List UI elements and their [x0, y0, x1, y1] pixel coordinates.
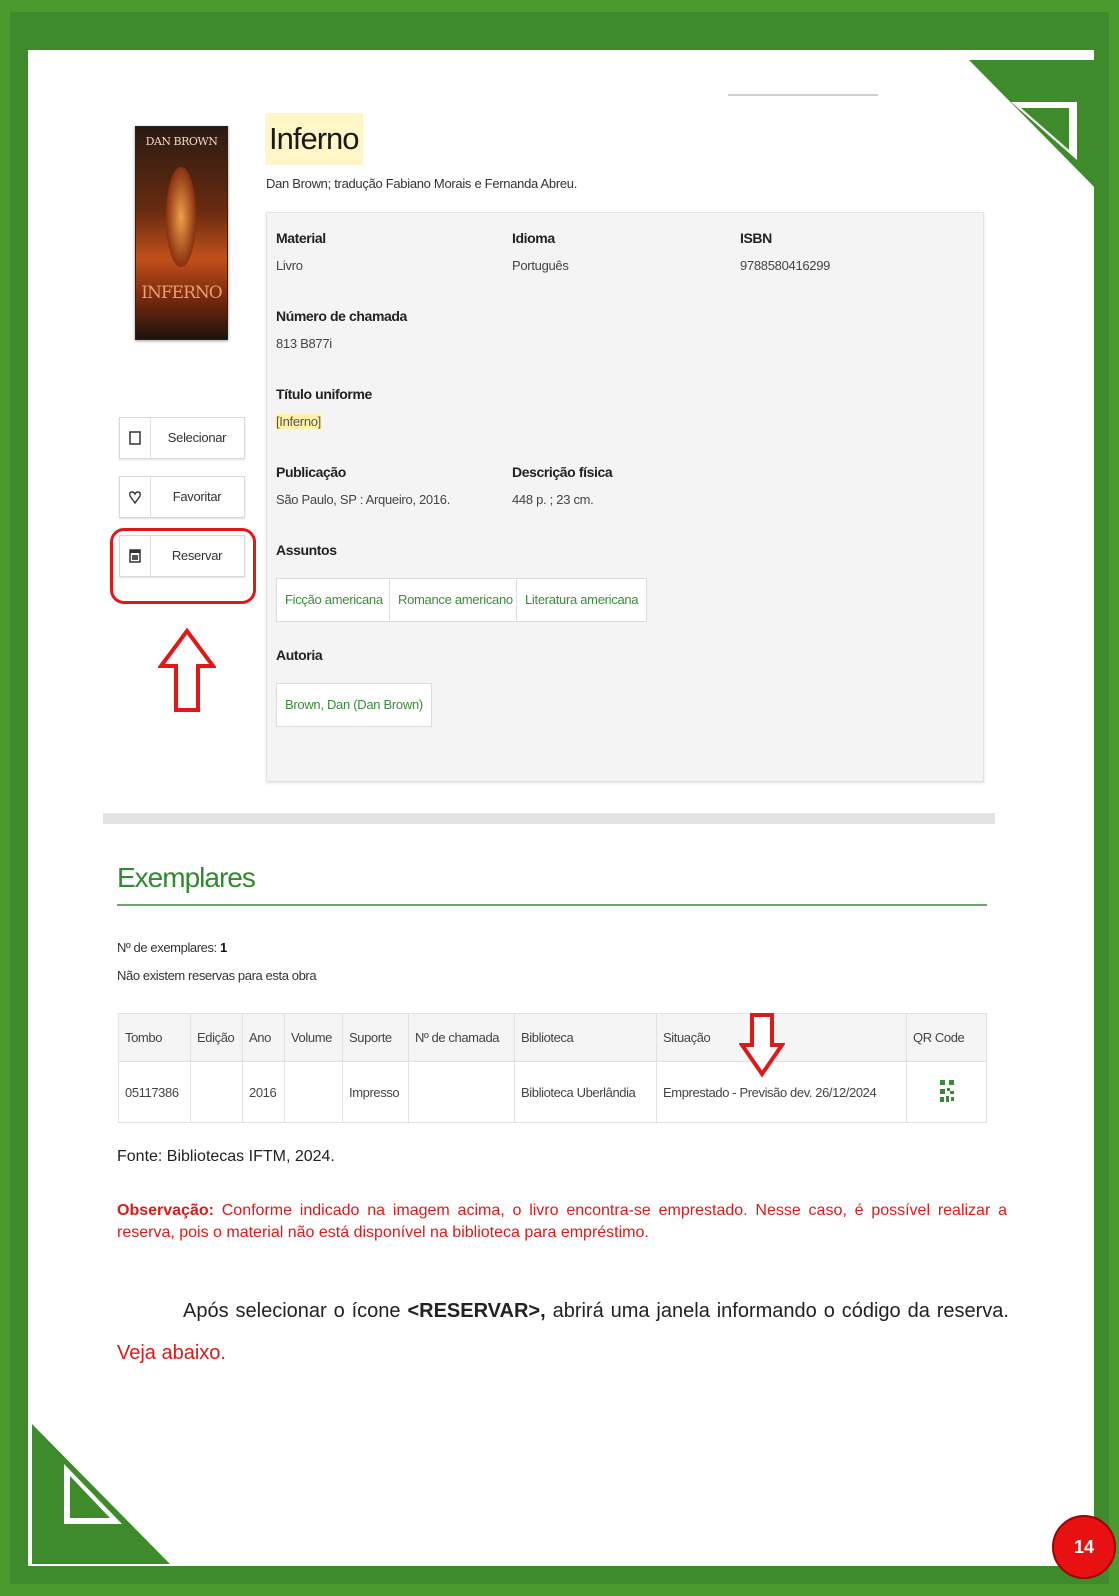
cover-figure: [166, 167, 196, 267]
table-header-row: Tombo Edição Ano Volume Suporte Nº de ch…: [118, 1013, 987, 1062]
idioma-value: Português: [512, 258, 569, 273]
author-tag[interactable]: Brown, Dan (Dan Brown): [276, 683, 432, 727]
exemplares-table: Tombo Edição Ano Volume Suporte Nº de ch…: [118, 1013, 987, 1123]
column-header[interactable]: Edição: [190, 1013, 243, 1062]
paragraph-text-before: Após selecionar o ícone: [183, 1300, 408, 1322]
select-button-label: Selecionar: [167, 430, 227, 445]
observation-label: Observação:: [117, 1202, 214, 1219]
suporte-cell: Impresso: [342, 1061, 409, 1123]
exemplares-heading: Exemplares: [117, 862, 256, 893]
qr-code-cell: [906, 1061, 987, 1123]
select-button[interactable]: Selecionar: [119, 417, 245, 459]
descricao-value: 448 p. ; 23 cm.: [512, 492, 594, 507]
observation-note: Observação: Conforme indicado na imagem …: [117, 1200, 1007, 1244]
material-value: Livro: [276, 258, 303, 273]
chamada-value: 813 B877i: [276, 336, 332, 351]
heart-icon: [129, 491, 141, 505]
assuntos-label: Assuntos: [276, 542, 337, 558]
book-author-line: Dan Brown; tradução Fabiano Morais e Fer…: [266, 176, 578, 191]
observation-text: Conforme indicado na imagem acima, o liv…: [117, 1202, 1007, 1241]
exemplares-count-value: 1: [220, 940, 227, 955]
cover-author: DAN BROWN: [145, 135, 218, 148]
material-label: Material: [276, 230, 326, 246]
instruction-paragraph: Após selecionar o ícone <RESERVAR>, abri…: [117, 1290, 1009, 1374]
exemplares-count-label: Nº de exemplares:: [117, 940, 217, 955]
paragraph-strong: <RESERVAR>,: [407, 1300, 546, 1322]
source-caption: Fonte: Bibliotecas IFTM, 2024.: [117, 1148, 335, 1165]
column-header[interactable]: Nº de chamada: [408, 1013, 515, 1062]
column-header[interactable]: Ano: [242, 1013, 285, 1062]
book-title: Inferno: [265, 113, 363, 165]
top-rule: [728, 94, 878, 96]
isbn-label: ISBN: [740, 230, 772, 246]
subject-tag[interactable]: Ficção americana: [276, 578, 392, 622]
volume-cell: [284, 1061, 343, 1123]
checkbox-icon: [129, 431, 141, 445]
edicao-cell: [190, 1061, 243, 1123]
chamada-cell: [408, 1061, 515, 1123]
arrow-up-icon: [158, 628, 216, 712]
subject-tag[interactable]: Romance americano: [389, 578, 522, 622]
publicacao-value: São Paulo, SP : Arqueiro, 2016.: [276, 492, 451, 507]
favorite-button-label: Favoritar: [172, 489, 222, 504]
column-header[interactable]: Biblioteca: [514, 1013, 657, 1062]
corner-decoration-bottom-left: [32, 1424, 170, 1564]
ano-cell: 2016: [242, 1061, 285, 1123]
idioma-label: Idioma: [512, 230, 555, 246]
arrow-down-icon: [739, 1013, 785, 1078]
cover-title: INFERNO: [141, 283, 222, 303]
favorite-button[interactable]: Favoritar: [119, 476, 245, 518]
exemplares-underline: [117, 904, 987, 906]
corner-decoration-top-right: [969, 60, 1107, 200]
chamada-label: Número de chamada: [276, 308, 407, 324]
tombo-cell: 05117386: [118, 1061, 191, 1123]
table-row: 05117386 2016 Impresso Biblioteca Uberlâ…: [118, 1061, 987, 1123]
exemplares-count: Nº de exemplares: 1: [117, 940, 227, 955]
page-number-badge: 14: [1052, 1515, 1116, 1579]
paragraph-text-after: abrirá uma janela informando o código da…: [545, 1300, 1009, 1322]
reserve-highlight-outline: [110, 528, 256, 604]
paragraph-red-text: Veja abaixo.: [117, 1342, 226, 1364]
column-header[interactable]: Volume: [284, 1013, 343, 1062]
section-divider: [103, 813, 995, 824]
column-header[interactable]: Tombo: [118, 1013, 191, 1062]
autoria-label: Autoria: [276, 647, 323, 663]
biblioteca-cell: Biblioteca Uberlândia: [514, 1061, 657, 1123]
publicacao-label: Publicação: [276, 464, 346, 480]
titulo-uniforme-label: Título uniforme: [276, 386, 372, 402]
column-header[interactable]: QR Code: [906, 1013, 987, 1062]
column-header[interactable]: Suporte: [342, 1013, 409, 1062]
book-details-panel: Material Livro Idioma Português ISBN 978…: [266, 212, 984, 782]
descricao-label: Descrição física: [512, 464, 613, 480]
subject-tag[interactable]: Literatura americana: [516, 578, 648, 622]
qr-code-icon[interactable]: [939, 1079, 955, 1103]
isbn-value: 9788580416299: [740, 258, 831, 273]
book-cover-image[interactable]: DAN BROWN INFERNO: [135, 126, 228, 340]
reservas-text: Não existem reservas para esta obra: [117, 968, 317, 983]
titulo-uniforme-value[interactable]: [Inferno]: [276, 414, 321, 429]
